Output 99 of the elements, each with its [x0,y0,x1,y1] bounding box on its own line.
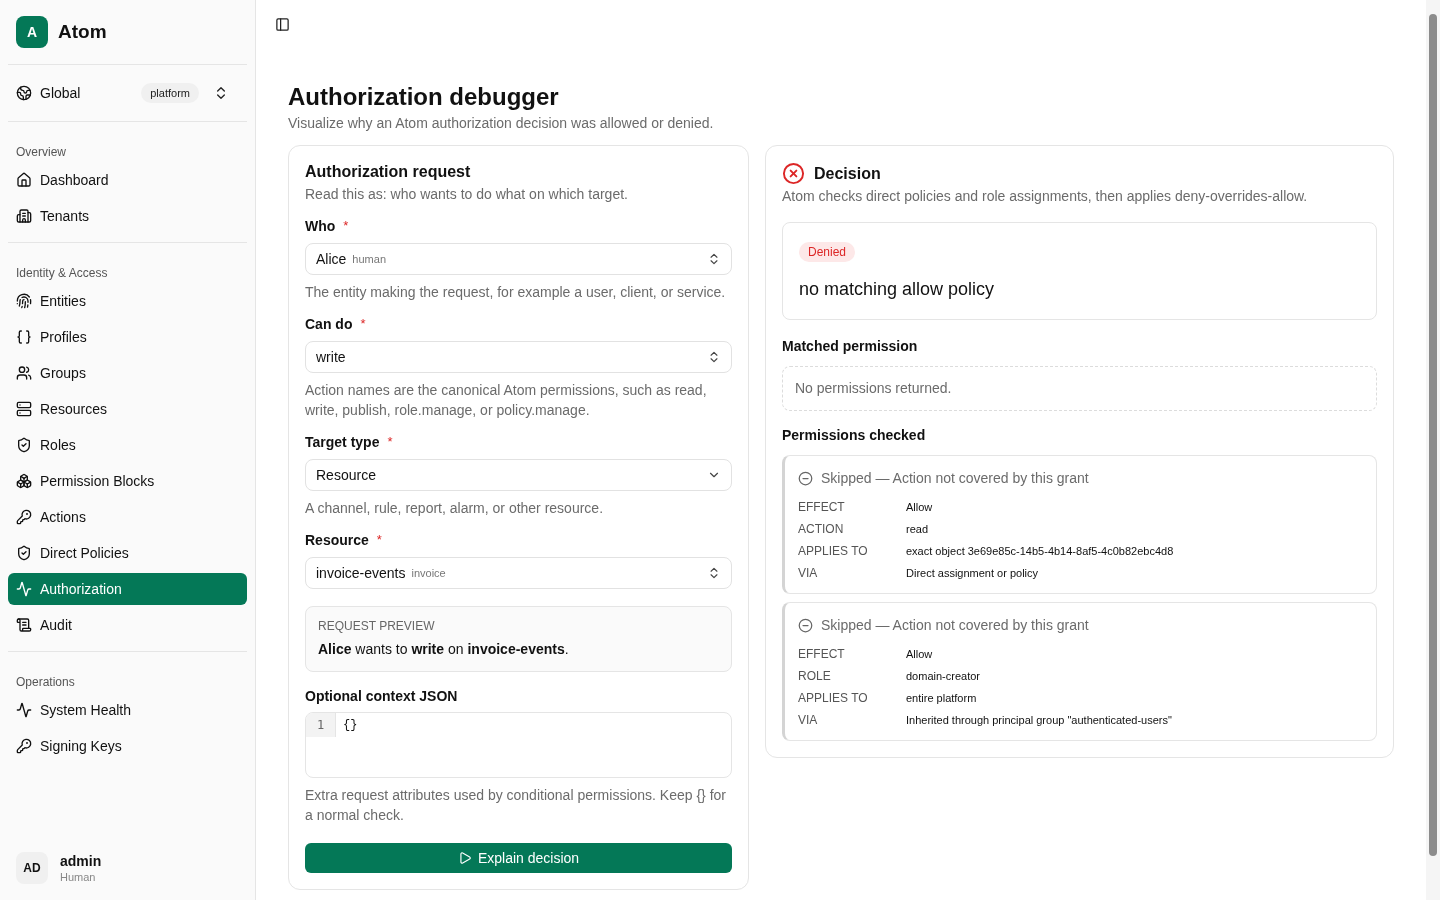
sidebar-item[interactable]: Dashboard [8,164,247,196]
user-avatar: AD [16,852,48,884]
field-label: Target type [305,432,380,452]
help-text: Action names are the canonical Atom permissions, such as read, write, publish, role.manage, or policy.manage. [305,381,708,420]
select-field[interactable]: invoice-events invoice [305,557,732,589]
detail-value: exact object 3e69e85c-14b5-4b14-8af5-4c0b82ebc4d8 [906,544,1175,559]
user-type: Human [60,870,97,884]
building-icon [16,208,32,224]
detail-key: EFFECT [798,498,906,516]
detail-key: VIA [798,564,906,582]
card-title: Authorization request [305,162,472,182]
detail-key: VIA [798,711,906,729]
select-field[interactable]: Alice human [305,243,732,275]
check-status: Skipped — Action not covered by this grant [821,616,1089,635]
card-title: Decision [814,163,881,184]
sidebar-item[interactable]: Direct Policies [8,537,247,569]
globe-icon [16,85,32,101]
detail-value: Allow [906,647,934,662]
key-icon [16,738,32,754]
section-title: Matched permission [782,337,919,356]
chevrons-icon [707,252,721,266]
scrollbar[interactable] [1426,0,1440,900]
detail-key: APPLIES TO [798,542,906,560]
detail-key: APPLIES TO [798,689,906,707]
empty-state: No permissions returned. [782,366,1377,411]
detail-value: domain-creator [906,669,981,684]
minus-circle-icon [798,618,813,633]
minus-circle-icon [798,471,813,486]
select-field[interactable]: write [305,341,732,373]
card-subtitle: Read this as: who wants to do what on which target. [305,185,629,204]
field-label: Optional context JSON [305,687,459,706]
required-mark: * [343,217,349,236]
x-circle-icon [782,162,805,185]
detail-key: ROLE [798,667,906,685]
help-text: The entity making the request, for example a user, client, or service. [305,283,727,302]
sidebar-item[interactable]: Resources [8,393,247,425]
fingerprint-icon [16,293,32,309]
help-text: A channel, rule, report, alarm, or other resource. [305,499,605,518]
detail-key: EFFECT [798,645,906,663]
play-icon [457,851,472,865]
detail-value: entire platform [906,691,978,706]
outcome-reason: no matching allow policy [799,278,996,301]
detail-value: read [906,522,930,537]
brand-logo: A [16,16,48,48]
panel-icon [274,16,290,32]
detail-value: Direct assignment or policy [906,566,1040,581]
page-title: Authorization debugger [288,82,560,112]
required-mark: * [387,433,393,452]
section-label: Overview [15,144,67,160]
activity-icon [16,702,32,718]
house-icon [16,172,32,188]
sidebar-item[interactable]: System Health [8,694,247,726]
shield-icon [16,437,32,453]
line-number: 1 [306,713,336,737]
check-status: Skipped — Action not covered by this grant [821,469,1089,488]
help-text: Extra request attributes used by conditional permissions. Keep {} for a normal check. [305,786,727,825]
key-icon [16,509,32,525]
sidebar-item[interactable]: Profiles [8,321,247,353]
brand-name: Atom [58,19,107,44]
select-field[interactable]: Resource [305,459,732,491]
detail-value: Allow [906,500,934,515]
required-mark: * [360,315,366,334]
user-name: admin [60,852,102,870]
field-label: Resource [305,530,369,550]
sidebar-item[interactable]: Actions [8,501,247,533]
required-mark: * [376,531,382,550]
sidebar-item[interactable]: Audit [8,609,247,641]
sidebar-toggle[interactable] [274,16,290,32]
braces-icon [16,329,32,345]
sidebar-item[interactable]: Permission Blocks [8,465,247,497]
sidebar-item[interactable]: Entities [8,285,247,317]
users-icon [16,365,32,381]
sidebar-item[interactable]: Authorization [8,573,247,605]
scope-label: Global [40,83,81,103]
field-label: Who [305,216,336,236]
status-badge: Denied [799,242,856,262]
scope-badge: platform [141,82,199,104]
section-label: Identity & Access [15,265,109,281]
shield-icon [16,545,32,561]
sidebar-item[interactable]: Groups [8,357,247,389]
sidebar-item[interactable]: Signing Keys [8,730,247,762]
scroll-icon [16,617,32,633]
sidebar-item[interactable]: Tenants [8,200,247,232]
sidebar-item[interactable]: Roles [8,429,247,461]
field-label: Can do [305,314,353,334]
code-editor[interactable]: 1 {} [305,712,732,778]
preview-label: REQUEST PREVIEW [318,618,436,634]
section-title: Permissions checked [782,426,927,445]
detail-key: ACTION [798,520,906,538]
page-subtitle: Visualize why an Atom authorization decision was allowed or denied. [288,114,715,133]
code-line: {} [342,717,358,734]
boxes-icon [16,473,32,489]
explain-button[interactable]: Explain decision [305,843,732,873]
server-icon [16,401,32,417]
detail-value: Inherited through principal group "authenticated-users" [906,713,1173,728]
card-subtitle: Atom checks direct policies and role assignments, then applies deny-overrides-allow. [782,187,1309,206]
section-label: Operations [15,674,76,690]
activity-icon [16,581,32,597]
preview-text: Alice wants to write on invoice-events. [318,640,570,659]
